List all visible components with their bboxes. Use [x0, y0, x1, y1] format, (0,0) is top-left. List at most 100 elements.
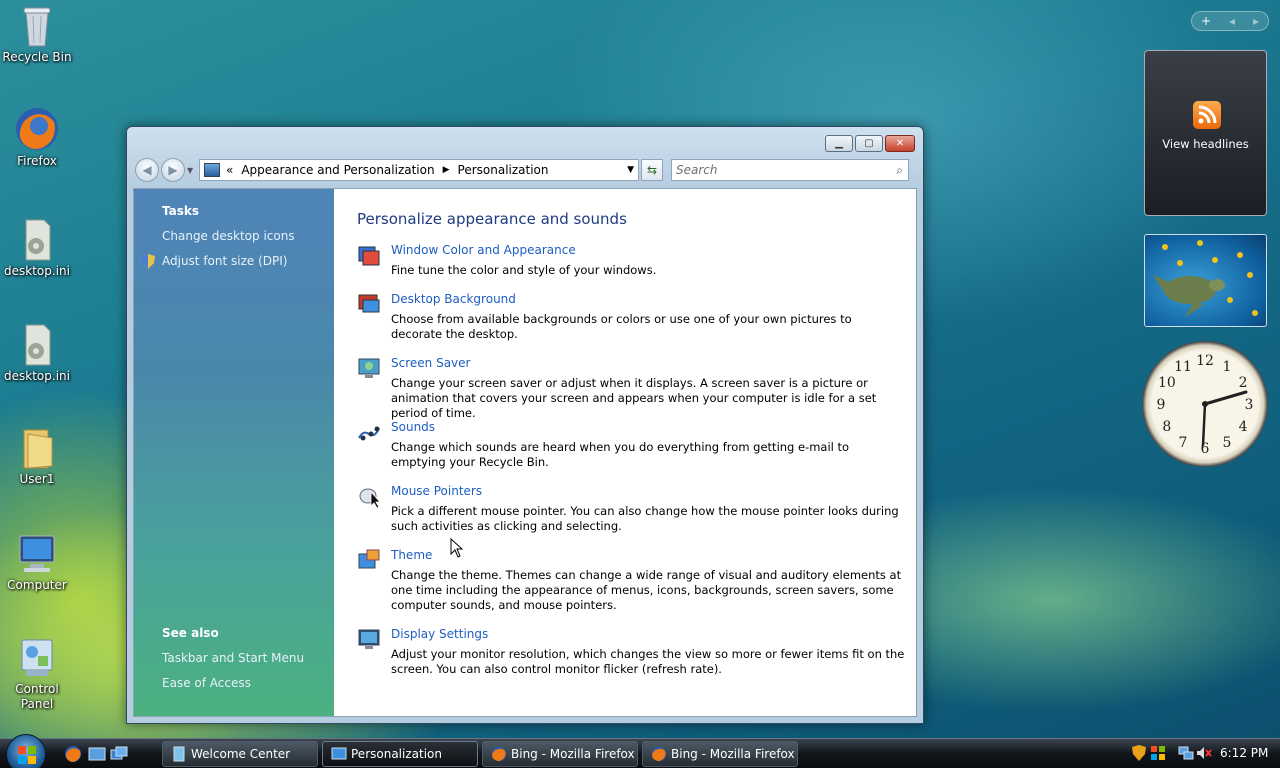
- windows-update-icon[interactable]: [1150, 745, 1166, 764]
- maximize-icon: ▢: [864, 138, 874, 149]
- clock-time[interactable]: 6:12 PM: [1220, 746, 1268, 760]
- see-also-taskbar[interactable]: Taskbar and Start Menu: [162, 651, 304, 665]
- breadcrumb-appearance[interactable]: Appearance and Personalization: [241, 163, 434, 177]
- control-panel-icon: [14, 634, 60, 680]
- add-gadget-icon[interactable]: +: [1201, 14, 1211, 28]
- clock-number: 2: [1239, 375, 1248, 391]
- desktop-background-link[interactable]: Desktop Background: [391, 292, 516, 306]
- see-also-heading: See also: [162, 626, 219, 640]
- desktop-icon-label: Control Panel: [15, 682, 59, 711]
- navigation-bar: ◀ ▶ ▼ « Appearance and Personalization ▶…: [135, 157, 919, 183]
- page-title: Personalize appearance and sounds: [357, 210, 627, 228]
- screen-saver-icon: [357, 356, 381, 380]
- taskbar-label: Bing - Mozilla Firefox: [671, 747, 795, 761]
- desktop-icon-label: User1: [19, 472, 55, 486]
- desktop-icon-computer[interactable]: Computer: [0, 530, 74, 593]
- quicklaunch-switch-windows-icon[interactable]: [110, 745, 128, 763]
- mouse-cursor-icon: [450, 537, 464, 561]
- taskbar-label: Welcome Center: [191, 747, 291, 761]
- clock-number: 7: [1179, 435, 1188, 451]
- start-button[interactable]: [6, 734, 46, 768]
- feed-headlines-gadget[interactable]: View headlines: [1144, 50, 1267, 216]
- display-settings-desc: Adjust your monitor resolution, which ch…: [391, 647, 905, 676]
- minimize-icon: ▁: [835, 138, 843, 149]
- slideshow-gadget[interactable]: [1144, 234, 1267, 327]
- clock-number: 8: [1162, 419, 1171, 435]
- theme-icon: [357, 548, 381, 572]
- theme-link[interactable]: Theme: [391, 548, 432, 562]
- desktop-icon-firefox[interactable]: Firefox: [0, 106, 74, 169]
- quicklaunch-show-desktop-icon[interactable]: [88, 745, 106, 763]
- desktop-icon-label: Recycle Bin: [2, 50, 72, 64]
- taskbar-firefox-1[interactable]: Bing - Mozilla Firefox: [482, 741, 638, 767]
- window-color-link[interactable]: Window Color and Appearance: [391, 243, 576, 257]
- previous-icon[interactable]: ◂: [1229, 14, 1235, 28]
- desktop-icon-user1[interactable]: User1: [0, 424, 74, 487]
- window-color-desc: Fine tune the color and style of your wi…: [391, 263, 657, 277]
- breadcrumb-overflow-icon[interactable]: «: [226, 163, 233, 177]
- network-icon[interactable]: [1178, 745, 1194, 764]
- personalization-window: ▁ ▢ ✕ ◀ ▶ ▼ « Appearance and Personaliza…: [126, 126, 924, 724]
- clock-face: 12 1234567891011: [1157, 353, 1254, 457]
- config-file-icon: [14, 321, 60, 367]
- taskbar-welcome-center[interactable]: Welcome Center: [162, 741, 318, 767]
- close-button[interactable]: ✕: [885, 135, 915, 152]
- next-icon[interactable]: ▸: [1253, 14, 1259, 28]
- recycle-bin-icon: [14, 2, 60, 48]
- clock-number: 11: [1174, 359, 1192, 375]
- taskbar-firefox-2[interactable]: Bing - Mozilla Firefox: [642, 741, 798, 767]
- desktop-icon-recycle-bin[interactable]: Recycle Bin: [0, 2, 74, 65]
- firefox-icon: [651, 746, 667, 762]
- sidebar-controls[interactable]: + ◂ ▸: [1191, 11, 1269, 31]
- desktop-icon-desktop-ini-1[interactable]: desktop.ini: [0, 216, 74, 279]
- window-color-icon: [357, 243, 381, 267]
- desktop-icon-label: Computer: [7, 578, 67, 592]
- search-input[interactable]: Search ⌕: [671, 159, 909, 181]
- task-change-desktop-icons[interactable]: Change desktop icons: [162, 229, 295, 243]
- desktop-icon-label: Firefox: [17, 154, 57, 168]
- desktop-background-desc: Choose from available backgrounds or col…: [391, 312, 852, 341]
- windows-logo-icon: [18, 746, 36, 764]
- desktop-icon-label: desktop.ini: [4, 264, 70, 278]
- display-icon: [357, 627, 381, 651]
- taskbar: Welcome Center Personalization Bing - Mo…: [0, 734, 1280, 768]
- quicklaunch-firefox-icon[interactable]: [64, 745, 82, 763]
- recent-pages-dropdown[interactable]: ▼: [187, 166, 197, 175]
- desktop-icon-label: desktop.ini: [4, 369, 70, 383]
- volume-muted-icon[interactable]: [1196, 745, 1212, 764]
- task-pane: Tasks Change desktop icons Adjust font s…: [134, 189, 334, 716]
- user-folder-icon: [14, 424, 60, 470]
- maximize-button[interactable]: ▢: [855, 135, 883, 152]
- breadcrumb-separator-icon[interactable]: ▶: [443, 165, 450, 175]
- address-dropdown-icon[interactable]: ▼: [627, 165, 634, 175]
- security-shield-icon[interactable]: [1132, 745, 1146, 764]
- breadcrumb-personalization[interactable]: Personalization: [458, 163, 549, 177]
- search-icon[interactable]: ⌕: [896, 163, 903, 178]
- taskbar-personalization[interactable]: Personalization: [322, 741, 478, 767]
- desktop-icon-desktop-ini-2[interactable]: desktop.ini: [0, 321, 74, 384]
- display-settings-link[interactable]: Display Settings: [391, 627, 488, 641]
- screen-saver-desc: Change your screen saver or adjust when …: [391, 376, 877, 420]
- taskbar-label: Personalization: [351, 747, 442, 761]
- personalization-icon: [331, 746, 347, 762]
- sounds-link[interactable]: Sounds: [391, 420, 435, 434]
- back-button[interactable]: ◀: [135, 158, 159, 182]
- desktop-icon-control-panel[interactable]: Control Panel: [0, 634, 74, 712]
- screen-saver-link[interactable]: Screen Saver: [391, 356, 470, 370]
- mouse-pointers-link[interactable]: Mouse Pointers: [391, 484, 482, 498]
- content-area: Tasks Change desktop icons Adjust font s…: [133, 188, 917, 717]
- close-icon: ✕: [895, 138, 905, 149]
- refresh-button[interactable]: ⇆: [641, 159, 663, 181]
- forward-arrow-icon: ▶: [168, 163, 178, 177]
- clock-gadget[interactable]: 12 1 2 3 4 5 6 7 8 9 10 11: [1142, 341, 1268, 467]
- config-file-icon: [14, 216, 60, 262]
- task-adjust-font-size[interactable]: Adjust font size (DPI): [162, 254, 287, 268]
- rss-icon: [1193, 101, 1221, 129]
- view-headlines-label[interactable]: View headlines: [1145, 137, 1266, 151]
- clock-number: 1: [1223, 359, 1232, 375]
- clock-number: 5: [1223, 435, 1232, 451]
- forward-button[interactable]: ▶: [161, 158, 185, 182]
- minimize-button[interactable]: ▁: [825, 135, 853, 152]
- address-bar[interactable]: « Appearance and Personalization ▶ Perso…: [199, 159, 639, 181]
- see-also-ease-of-access[interactable]: Ease of Access: [162, 676, 251, 690]
